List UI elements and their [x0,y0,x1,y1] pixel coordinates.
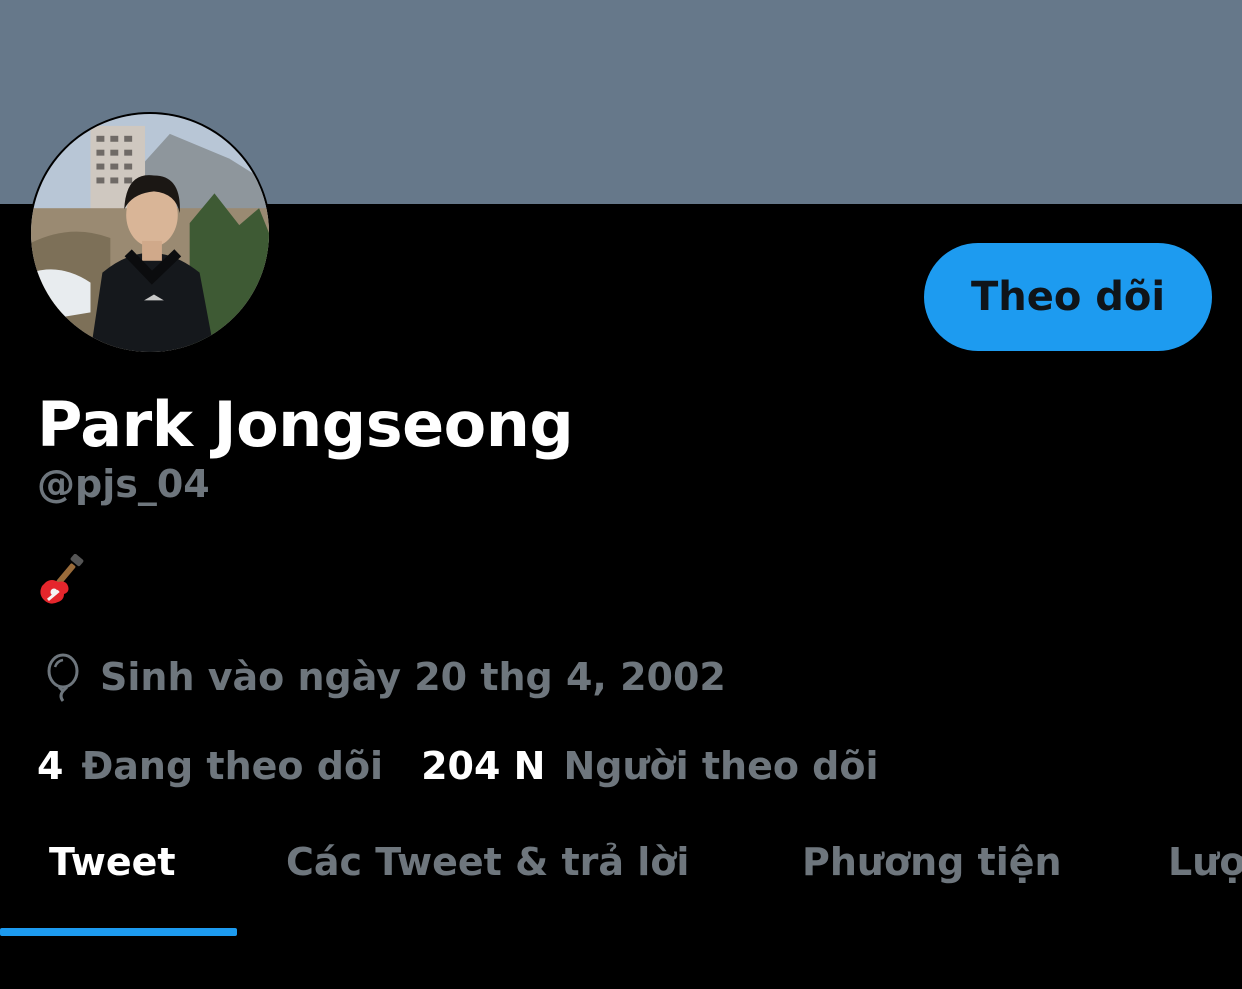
tab-tweets[interactable]: Tweet [49,812,176,912]
avatar[interactable] [29,112,271,354]
profile-name: Park Jongseong [37,388,574,461]
active-tab-indicator [0,928,237,936]
birthday-text: Sinh vào ngày 20 thg 4, 2002 [100,655,726,699]
following-link[interactable]: 4 Đang theo dõi [37,744,383,788]
follow-button[interactable]: Theo dõi [924,243,1212,351]
guitar-emoji [36,553,88,606]
profile-tabs: Tweet Các Tweet & trả lời Phương tiện Lư… [0,812,1242,936]
followers-label: Người theo dõi [563,744,879,788]
tab-likes[interactable]: Lượt thích [1168,812,1242,912]
balloon-icon [47,653,79,702]
tab-media[interactable]: Phương tiện [802,812,1062,912]
profile-handle: @pjs_04 [37,462,210,506]
profile-stats: 4 Đang theo dõi 204 N Người theo dõi [37,740,879,792]
tab-tweets-and-replies[interactable]: Các Tweet & trả lời [286,812,689,912]
followers-count: 204 N [421,744,546,788]
following-label: Đang theo dõi [81,744,384,788]
following-count: 4 [37,744,64,788]
birthday-row: Sinh vào ngày 20 thg 4, 2002 [38,652,726,702]
avatar-photo [31,114,269,352]
followers-link[interactable]: 204 N Người theo dõi [421,744,878,788]
